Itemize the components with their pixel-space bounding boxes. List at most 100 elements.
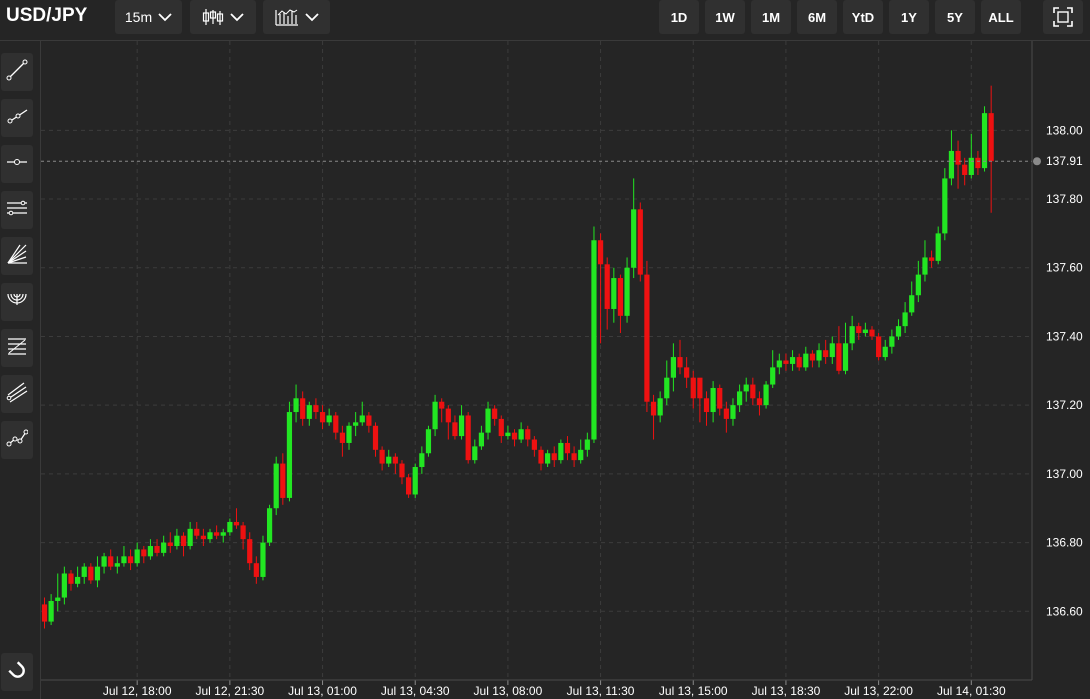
candle — [862, 322, 868, 337]
candle-body — [743, 384, 749, 392]
candle-body — [266, 508, 273, 543]
candle — [624, 257, 630, 323]
candle-body — [902, 312, 908, 327]
candle — [942, 168, 948, 241]
candle-body — [247, 539, 253, 564]
candle-body — [300, 398, 306, 419]
candle — [882, 339, 888, 361]
candle-body — [141, 549, 147, 557]
candle-body — [882, 346, 888, 358]
candle — [849, 315, 855, 351]
candle-body — [617, 278, 624, 316]
candle — [723, 401, 729, 433]
candle — [789, 350, 796, 371]
candle — [756, 391, 763, 416]
candle — [684, 357, 690, 388]
x-tick-label: Jul 13, 11:30 — [567, 684, 635, 698]
candle-body — [372, 425, 379, 450]
x-tick-label: Jul 12, 21:30 — [196, 684, 265, 698]
candle-body — [604, 264, 610, 309]
y-tick-label: 137.00 — [1046, 467, 1083, 481]
candle-body — [81, 566, 87, 577]
candle — [611, 267, 617, 323]
candle — [81, 563, 87, 584]
candle — [114, 556, 120, 574]
candle-body — [167, 542, 173, 547]
x-tick-label: Jul 13, 04:30 — [381, 684, 450, 698]
candle — [664, 360, 670, 406]
candle — [253, 556, 259, 584]
candle — [273, 456, 279, 516]
candle — [386, 449, 392, 467]
candle — [240, 521, 246, 550]
candle-body — [571, 453, 577, 461]
x-tick-label: Jul 14, 01:30 — [937, 684, 1006, 698]
candle-body — [108, 556, 114, 567]
candle — [180, 532, 187, 557]
candle-body — [313, 405, 319, 413]
candle-body — [94, 566, 101, 581]
candle — [300, 391, 306, 426]
candle-body — [326, 415, 332, 423]
candle — [498, 415, 504, 443]
candle — [280, 453, 286, 505]
candle-body — [730, 405, 736, 419]
candle — [968, 133, 974, 179]
candle — [677, 339, 683, 375]
candle-body — [127, 556, 134, 564]
candle — [637, 202, 643, 282]
y-tick-label: 137.60 — [1046, 261, 1083, 275]
candle-body — [478, 432, 485, 447]
candle-body — [386, 456, 392, 464]
candle-body — [286, 412, 293, 498]
candle-body — [485, 408, 491, 433]
candle — [902, 302, 908, 334]
candle — [55, 573, 61, 612]
candle-body — [783, 360, 789, 364]
candle — [631, 178, 637, 279]
candle — [419, 446, 425, 474]
candle-body — [684, 367, 690, 378]
candle-body — [750, 384, 756, 399]
candle — [836, 326, 842, 375]
candle — [545, 449, 551, 467]
candle-body — [518, 429, 524, 440]
candle — [233, 508, 240, 529]
candle-body — [796, 357, 802, 368]
candle — [717, 384, 723, 416]
candle — [68, 570, 74, 591]
candle-body — [419, 453, 425, 467]
candle — [472, 439, 478, 464]
y-tick-label: 138.00 — [1046, 123, 1083, 137]
candle — [41, 597, 48, 629]
candle — [452, 415, 458, 440]
candle — [955, 140, 961, 189]
candle-body — [968, 157, 974, 175]
candle-body — [776, 360, 782, 368]
candle-body — [458, 415, 465, 437]
candle — [644, 260, 650, 413]
candle-body — [260, 542, 266, 577]
candle-body — [432, 401, 438, 430]
candle-body — [723, 408, 729, 419]
candle — [869, 326, 875, 340]
candle — [803, 346, 809, 371]
candle-body — [498, 418, 504, 437]
candle-body — [200, 535, 206, 540]
candle-body — [55, 597, 61, 601]
x-tick-label: Jul 13, 22:00 — [844, 684, 913, 698]
candle-body — [253, 563, 259, 577]
candle-body — [273, 463, 279, 509]
candle-body — [611, 278, 617, 309]
candle — [266, 504, 273, 547]
candle-body — [650, 401, 657, 416]
candle — [518, 422, 524, 443]
price-chart[interactable]: 138.00 137.80 137.60 137.40 137.20 137.00 136.… — [0, 0, 1090, 699]
candle-body — [452, 422, 458, 437]
candle-body — [68, 573, 74, 584]
time-axis: Jul 12, 18:00 Jul 12, 21:30 Jul 13, 01:00 J… — [41, 679, 1032, 698]
candle — [247, 532, 253, 571]
candle — [439, 398, 445, 423]
x-tick-label: Jul 13, 15:00 — [659, 684, 728, 698]
candle — [796, 353, 802, 371]
